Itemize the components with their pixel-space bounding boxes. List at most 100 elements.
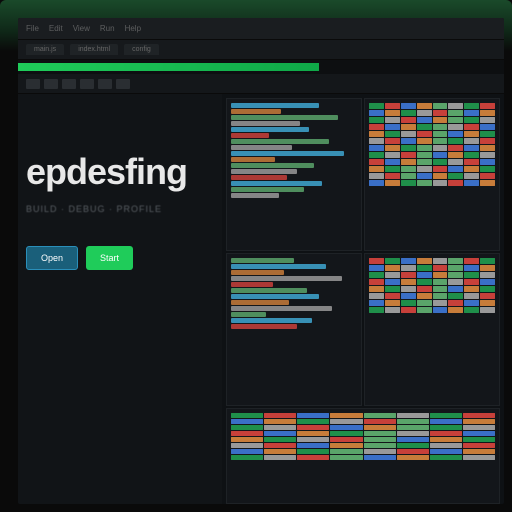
pixel-thumb <box>448 103 463 109</box>
tool-icon[interactable] <box>80 79 94 89</box>
pixel-thumb <box>417 131 432 137</box>
pixel-thumb <box>433 258 448 264</box>
pixel-thumb <box>464 279 479 285</box>
pixel-thumb <box>464 180 479 186</box>
menu-help[interactable]: Help <box>125 24 141 33</box>
pixel-thumb <box>464 272 479 278</box>
pixel-thumb <box>385 173 400 179</box>
code-line <box>231 193 279 198</box>
tool-icon[interactable] <box>44 79 58 89</box>
pixel-thumb <box>297 413 329 418</box>
pixel-thumb <box>417 286 432 292</box>
code-line <box>231 121 300 126</box>
pixel-thumb <box>369 258 384 264</box>
pixel-thumb <box>433 286 448 292</box>
code-panel-1[interactable] <box>226 98 362 251</box>
pixel-thumb <box>464 166 479 172</box>
pixel-thumb <box>385 180 400 186</box>
pixel-thumb <box>464 131 479 137</box>
menu-view[interactable]: View <box>73 24 90 33</box>
pixel-thumb <box>364 455 396 460</box>
menu-file[interactable]: File <box>26 24 39 33</box>
monitor-frame: File Edit View Run Help main.js index.ht… <box>0 0 512 512</box>
tool-icon[interactable] <box>62 79 76 89</box>
pixel-thumb <box>385 300 400 306</box>
pixel-thumb <box>369 293 384 299</box>
progress-fill <box>18 63 319 71</box>
pixel-thumb <box>369 272 384 278</box>
pixel-thumb <box>385 279 400 285</box>
pixel-thumb <box>417 117 432 123</box>
pixel-thumb <box>330 425 362 430</box>
panels-area <box>222 94 504 504</box>
pixel-thumb <box>330 449 362 454</box>
pixel-thumb <box>364 431 396 436</box>
code-panel-2[interactable] <box>226 253 362 406</box>
tool-icon[interactable] <box>116 79 130 89</box>
start-button[interactable]: Start <box>86 246 133 270</box>
pixel-thumb <box>397 425 429 430</box>
tab-config[interactable]: config <box>124 44 159 55</box>
pixel-thumb <box>448 307 463 313</box>
pixel-thumb <box>448 124 463 130</box>
pixel-thumb <box>397 431 429 436</box>
pixel-thumb <box>480 293 495 299</box>
pixel-thumb <box>397 419 429 424</box>
code-line <box>231 270 284 275</box>
pixel-thumb <box>417 173 432 179</box>
pixel-thumb <box>463 437 495 442</box>
pixel-thumb <box>397 455 429 460</box>
tool-icon[interactable] <box>26 79 40 89</box>
pixel-thumb <box>297 455 329 460</box>
code-line <box>231 133 269 138</box>
pixel-thumb <box>463 449 495 454</box>
pixel-thumb <box>433 145 448 151</box>
pixel-thumb <box>369 131 384 137</box>
pixel-thumb <box>480 286 495 292</box>
code-line <box>231 300 289 305</box>
pixel-thumb <box>433 166 448 172</box>
pixel-thumb <box>480 103 495 109</box>
pixel-thumb <box>417 124 432 130</box>
pixel-thumb <box>401 117 416 123</box>
pixel-thumb <box>264 419 296 424</box>
code-line <box>231 103 319 108</box>
pixel-thumb <box>385 258 400 264</box>
pixel-thumb <box>448 131 463 137</box>
pixel-thumb <box>430 425 462 430</box>
menu-run[interactable]: Run <box>100 24 115 33</box>
open-button[interactable]: Open <box>26 246 78 270</box>
tab-main[interactable]: main.js <box>26 44 64 55</box>
pixel-thumb <box>369 145 384 151</box>
pixel-thumb <box>480 265 495 271</box>
pixel-thumb <box>433 131 448 137</box>
pixel-thumb <box>385 124 400 130</box>
thumb-panel-2[interactable] <box>364 253 500 406</box>
pixel-thumb <box>480 300 495 306</box>
bottom-panel[interactable] <box>226 408 500 504</box>
pixel-thumb <box>385 110 400 116</box>
pixel-thumb <box>330 437 362 442</box>
top-panel-row <box>226 98 500 251</box>
pixel-thumb <box>264 437 296 442</box>
screen: File Edit View Run Help main.js index.ht… <box>18 18 504 504</box>
pixel-thumb <box>401 286 416 292</box>
tool-icon[interactable] <box>98 79 112 89</box>
menu-edit[interactable]: Edit <box>49 24 63 33</box>
pixel-thumb <box>231 443 263 448</box>
pixel-thumb <box>385 103 400 109</box>
thumb-panel-1[interactable] <box>364 98 500 251</box>
pixel-thumb <box>401 145 416 151</box>
tab-index[interactable]: index.html <box>70 44 118 55</box>
code-line <box>231 127 309 132</box>
pixel-thumb <box>433 152 448 158</box>
pixel-thumb <box>264 425 296 430</box>
code-line <box>231 157 275 162</box>
pixel-thumb <box>417 300 432 306</box>
pixel-thumb <box>364 419 396 424</box>
pixel-thumb <box>297 443 329 448</box>
pixel-thumb <box>448 152 463 158</box>
pixel-thumb <box>463 455 495 460</box>
pixel-thumb <box>369 159 384 165</box>
pixel-thumb <box>480 258 495 264</box>
